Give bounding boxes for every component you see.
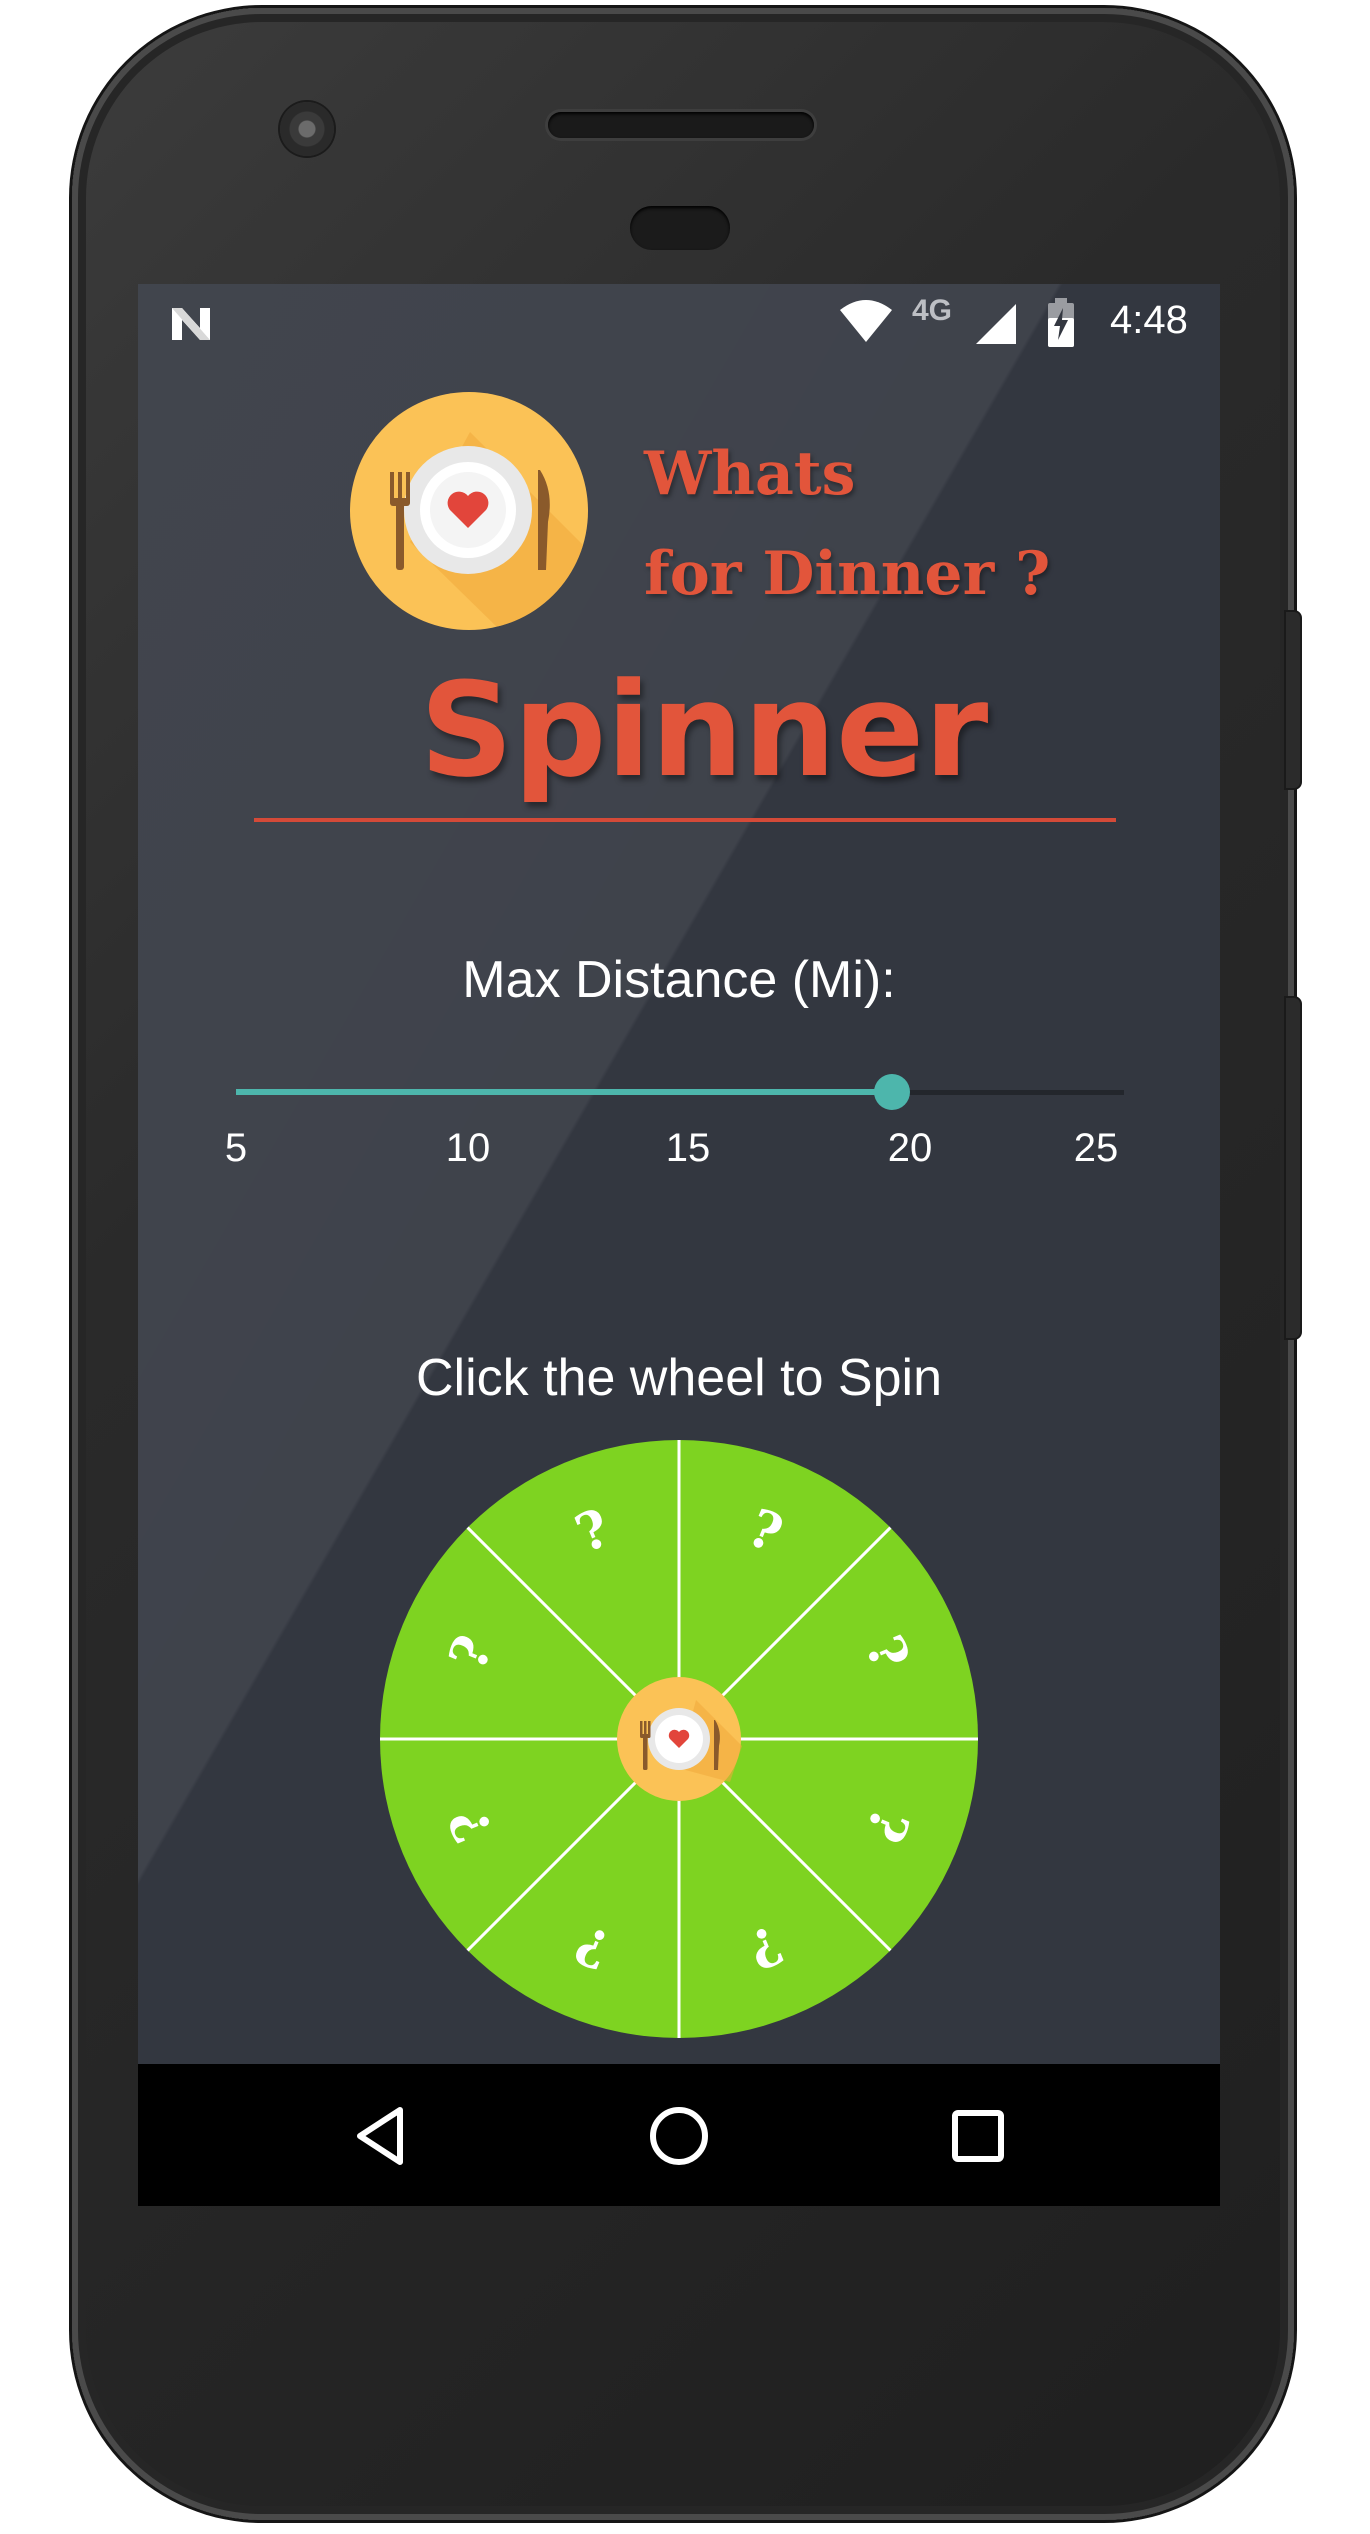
- title-divider: [254, 818, 1116, 822]
- app-logo: [350, 392, 588, 630]
- proximity-sensor: [630, 206, 730, 250]
- distance-tick-label: 5: [224, 1126, 248, 1170]
- n-logo-icon: [172, 308, 210, 340]
- spin-instruction: Click the wheel to Spin: [415, 1349, 943, 1407]
- home-circle-icon[interactable]: [643, 2100, 715, 2172]
- cell-signal-icon: [976, 304, 1016, 344]
- spinner-wheel[interactable]: ????????: [378, 1438, 980, 2040]
- back-triangle-icon[interactable]: [346, 2100, 418, 2172]
- front-camera: [280, 102, 334, 156]
- system-nav-bar: [138, 2064, 1220, 2206]
- app-tagline: Whats for Dinner ?: [644, 424, 1050, 624]
- app-screen: 4G 4:48 Whats for Dinner ? Spinner Max D…: [138, 284, 1220, 2206]
- network-type-label: 4G: [912, 294, 953, 327]
- status-clock: 4:48: [1110, 298, 1188, 342]
- status-bar: 4G 4:48: [138, 284, 1220, 358]
- wifi-icon: [840, 300, 892, 342]
- tagline-line-2: for Dinner ?: [644, 539, 1051, 609]
- distance-tick-label: 20: [887, 1126, 933, 1170]
- power-button: [1286, 612, 1300, 788]
- battery-charging-icon: [1048, 298, 1074, 347]
- tagline-line-1: Whats: [644, 439, 856, 509]
- plate-fork-knife-heart-icon: [390, 432, 588, 630]
- distance-tick-label: 25: [1073, 1126, 1119, 1170]
- distance-tick-label: 15: [665, 1126, 711, 1170]
- distance-tick-label: 10: [445, 1126, 491, 1170]
- distance-slider-fill: [236, 1089, 892, 1095]
- earpiece-speaker: [548, 112, 814, 138]
- distance-slider-thumb[interactable]: [874, 1074, 910, 1110]
- volume-button: [1286, 998, 1300, 1338]
- wheel-center-logo: [617, 1677, 742, 1801]
- recents-square-icon[interactable]: [942, 2100, 1014, 2172]
- app-title: Spinner: [419, 654, 989, 806]
- max-distance-label: Max Distance (Mi):: [462, 951, 896, 1009]
